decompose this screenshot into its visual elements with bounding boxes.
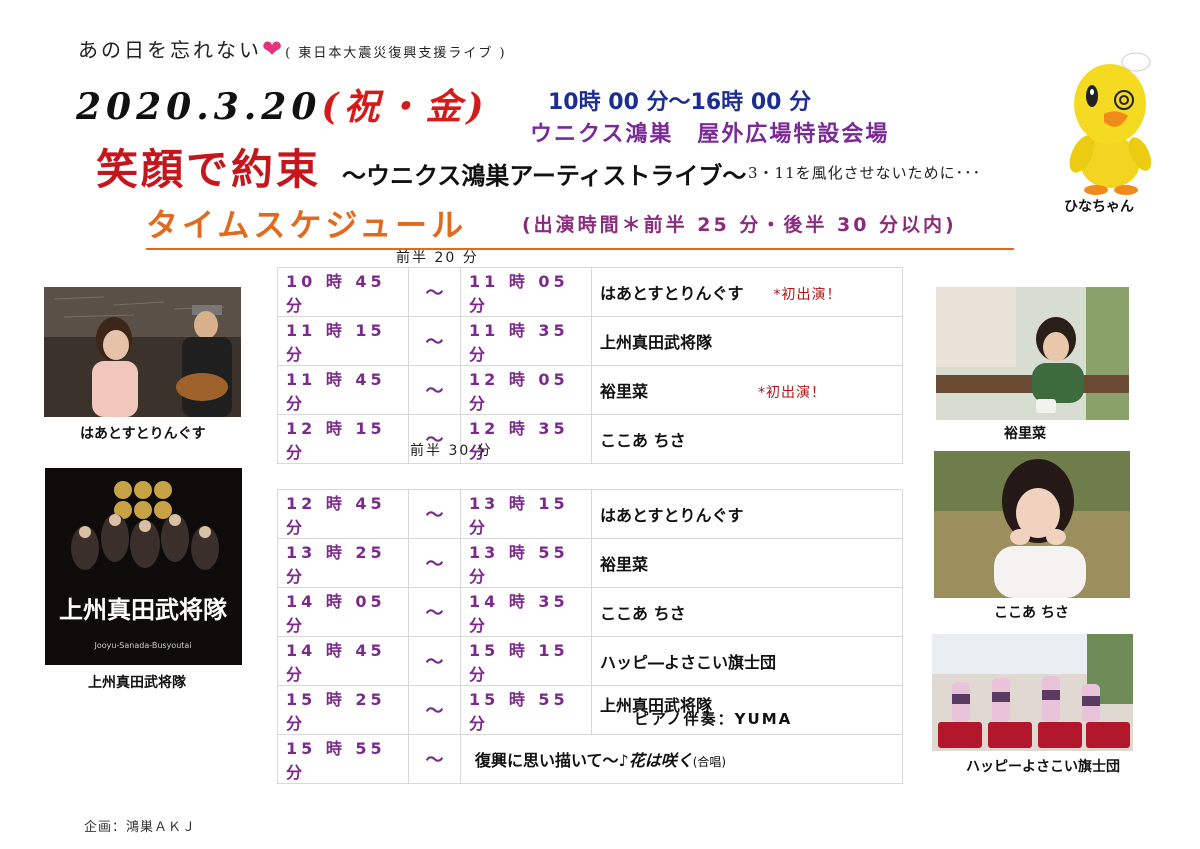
photo-yurina [936,287,1129,420]
start-time: 12 時 15 分 [277,414,409,464]
photo-heart-strings [44,287,241,417]
tilde: ～ [408,734,461,784]
performer: 裕里菜 [591,538,903,588]
first-appearance-badge: *初出演！ [773,287,842,303]
venue: ウニクス鴻巣 屋外広場特設会場 [530,122,890,147]
tagline-sub: ( 東日本大震災復興支援ライブ ) [285,46,507,61]
table-row: 13 時 25 分 ～ 13 時 55 分 裕里菜 [277,538,903,588]
table-row: 15 時 25 分 ～ 15 時 55 分 上州真田武将隊 [277,685,903,735]
organizer: 企画：鴻巣ＡＫＪ [84,820,197,835]
start-time: 13 時 25 分 [277,538,409,588]
end-time: 11 時 35 分 [460,316,592,366]
start-time: 15 時 25 分 [277,685,409,735]
sanada-logo-text: 上州真田武将隊 [59,595,228,624]
second-half-label: 前半 30 分 [410,443,493,459]
table-row: 10 時 45 分 ～ 11 時 05 分 はあとすとりんぐす *初出演！ [277,267,903,317]
event-title-note: 3・11を風化させないために･･･ [748,164,982,182]
caption-heart-strings: はあとすとりんぐす [80,426,206,442]
section-separator [277,463,903,490]
caption-yurina: 裕里菜 [1004,426,1046,442]
caption-kokoa: ここあ ちさ [994,605,1069,621]
performer: ここあ ちさ [591,414,903,464]
end-time: 15 時 15 分 [460,636,592,686]
performer-name: ここあ ちさ [600,604,686,623]
table-row: 15 時 55 分 ～ 復興に思い描いて～♪花は咲く(合唱) [277,734,903,784]
chick-mascot-icon [1069,52,1152,195]
caption-happy-yosakoi: ハッピーよさこい旗士団 [966,759,1120,775]
end-time: 11 時 05 分 [460,267,592,317]
end-time: 13 時 15 分 [460,489,592,539]
performer: はあとすとりんぐす *初出演！ [591,267,903,317]
sanada-romaji: Jooyu-Sanada-Busyoutai [93,641,191,650]
holiday-text: (祝・金) [321,86,489,128]
start-time: 10 時 45 分 [277,267,409,317]
tilde: ～ [408,489,461,539]
performer-name: 上州真田武将隊 [600,333,713,352]
tilde: ～ [408,538,461,588]
performer-name: ハッピ―よさこい旗士団 [600,653,777,672]
event-date: 2020.3.20(祝・金) [76,78,489,130]
start-time: 14 時 05 分 [277,587,409,637]
schedule-table: 10 時 45 分 ～ 11 時 05 分 はあとすとりんぐす *初出演！ 11 … [277,267,903,784]
performer-name: 裕里菜 [600,382,649,401]
finale-title: 復興に思い描いて～ [475,751,619,770]
finale-song: ♪花は咲く [618,751,693,770]
tilde: ～ [408,636,461,686]
first-appearance-badge: *初出演！ [758,385,827,401]
first-half-label: 前半 20 分 [396,250,479,266]
piano-credit: ピアノ伴奏：YUMA [634,710,793,728]
photo-sanada: 上州真田武将隊 Jooyu-Sanada-Busyoutai [45,468,242,665]
end-time: 12 時 05 分 [460,365,592,415]
table-row: 14 時 45 分 ～ 15 時 15 分 ハッピ―よさこい旗士団 [277,636,903,686]
time-range: 10時 00 分～16時 00 分 [548,90,812,115]
photo-kokoa [934,451,1130,598]
performer: はあとすとりんぐす [591,489,903,539]
start-time: 11 時 45 分 [277,365,409,415]
end-time: 15 時 55 分 [460,685,592,735]
photo-happy-yosakoi [932,634,1133,751]
tilde: ～ [408,316,461,366]
table-row: 11 時 45 分 ～ 12 時 05 分 裕里菜 *初出演！ [277,365,903,415]
date-text: 2020.3.20 [76,86,322,128]
performer-name: 裕里菜 [600,555,649,574]
mascot-caption: ひなちゃん [1064,199,1134,215]
table-row: 14 時 05 分 ～ 14 時 35 分 ここあ ちさ [277,587,903,637]
table-row: 11 時 15 分 ～ 11 時 35 分 上州真田武将隊 [277,316,903,366]
tagline-text: あの日を忘れない [78,38,262,62]
tilde: ～ [408,365,461,415]
caption-sanada: 上州真田武将隊 [88,675,186,691]
start-time: 12 時 45 分 [277,489,409,539]
finale-performer: 復興に思い描いて～♪花は咲く(合唱) [460,734,903,784]
event-title: 笑顔で約束 [96,145,322,194]
performer: ハッピ―よさこい旗士団 [591,636,903,686]
schedule-note: (出演時間＊前半 25 分・後半 30 分以内) [522,214,957,236]
tilde: ～ [408,587,461,637]
start-time: 11 時 15 分 [277,316,409,366]
table-row: 12 時 45 分 ～ 13 時 15 分 はあとすとりんぐす [277,489,903,539]
heart-icon: ❤ [262,35,286,63]
table-row: 12 時 15 分 ～ 12 時 35 分 ここあ ちさ [277,414,903,464]
performer-name: はあとすとりんぐす [600,284,744,303]
tilde: ～ [408,685,461,735]
finale-song-note: (合唱) [692,755,727,769]
schedule-title-text: タイムスケジュール [146,206,468,244]
performer: ここあ ちさ [591,587,903,637]
start-time: 14 時 45 分 [277,636,409,686]
performer-name: はあとすとりんぐす [600,506,744,525]
tilde: ～ [408,267,461,317]
performer-name: ここあ ちさ [600,431,686,450]
performer: 裕里菜 *初出演！ [591,365,903,415]
start-time: 15 時 55 分 [277,734,409,784]
end-time: 13 時 55 分 [460,538,592,588]
end-time: 14 時 35 分 [460,587,592,637]
tagline: あの日を忘れない❤( 東日本大震災復興支援ライブ ) [78,34,507,63]
performer: 上州真田武将隊 [591,316,903,366]
event-subtitle: ～ウニクス鴻巣アーティストライブ～ [342,161,747,190]
